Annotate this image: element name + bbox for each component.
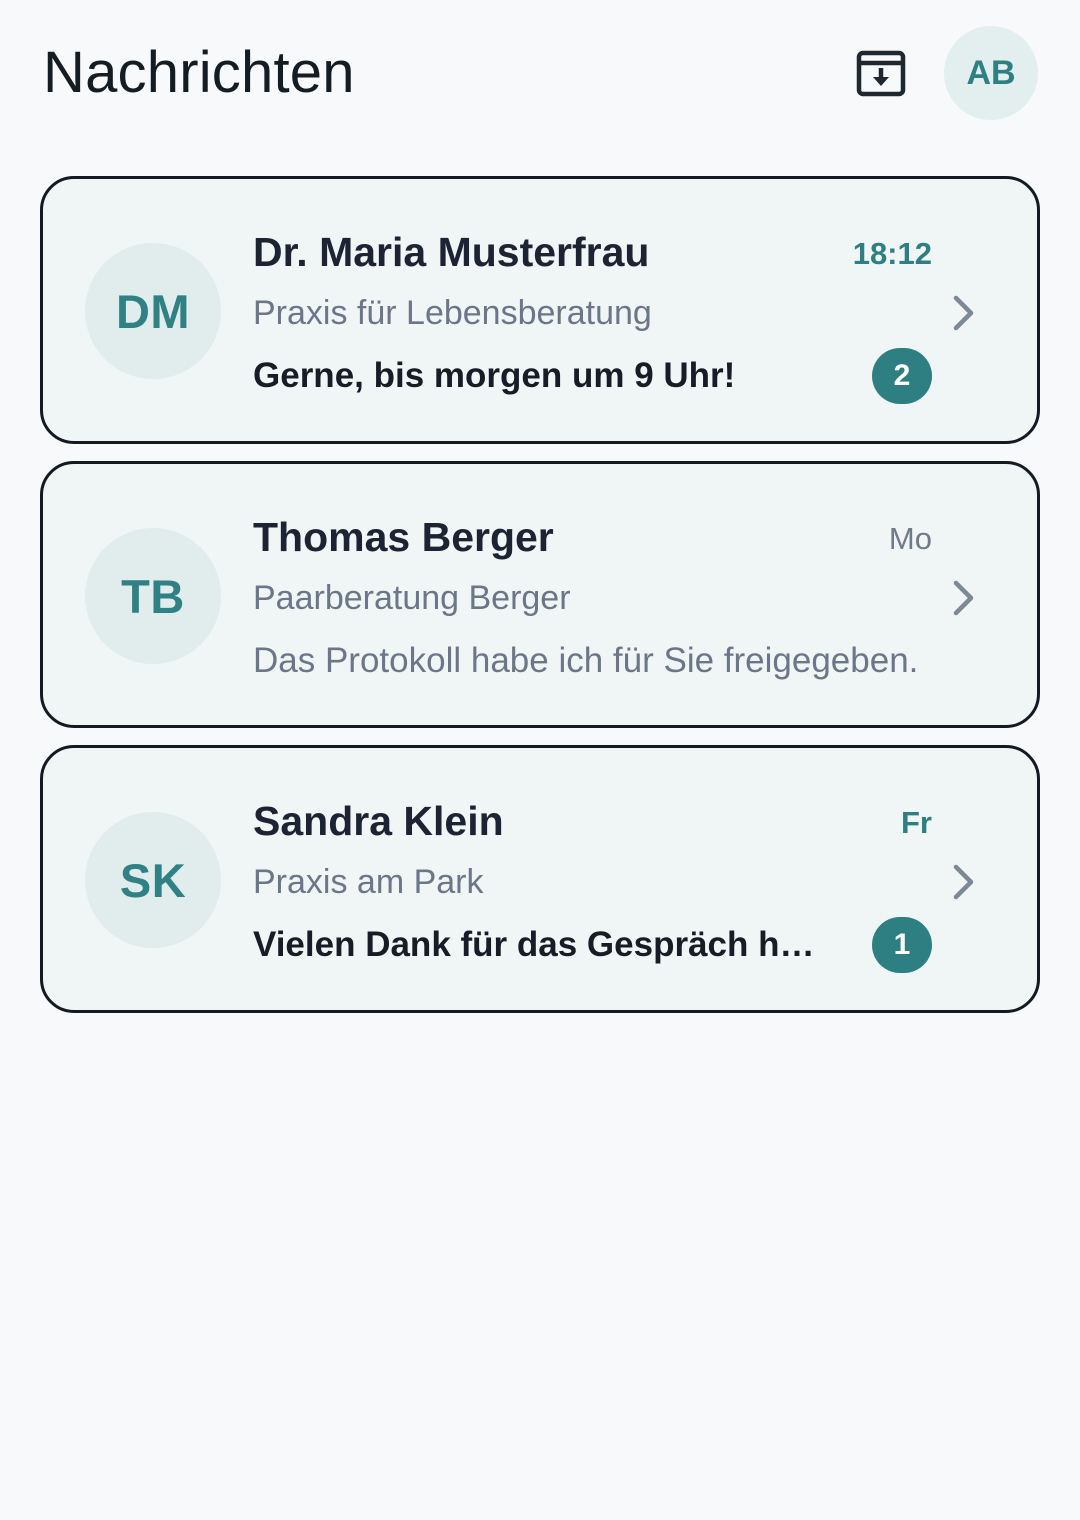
user-avatar[interactable]: AB xyxy=(944,26,1038,120)
chevron-right-icon xyxy=(947,860,981,904)
practice-name: Praxis für Lebensberatung xyxy=(253,294,652,332)
contact-avatar: DM xyxy=(85,243,221,379)
message-time: 18:12 xyxy=(852,236,932,271)
contact-name: Sandra Klein xyxy=(253,798,504,844)
message-preview: Das Protokoll habe ich für Sie freigegeb… xyxy=(253,641,919,680)
practice-name: Praxis am Park xyxy=(253,863,484,901)
archive-button[interactable] xyxy=(848,42,914,104)
unread-count-badge: 2 xyxy=(872,348,932,404)
contact-avatar: SK xyxy=(85,812,221,948)
conversation-list: DM Dr. Maria Musterfrau 18:12 Praxis für… xyxy=(40,176,1040,1030)
message-time: Mo xyxy=(888,521,932,556)
conversation-card[interactable]: DM Dr. Maria Musterfrau 18:12 Praxis für… xyxy=(40,176,1040,444)
unread-count-badge: 1 xyxy=(872,917,932,973)
practice-name: Paarberatung Berger xyxy=(253,579,571,617)
conversation-card[interactable]: TB Thomas Berger Mo Paarberatung Berger … xyxy=(40,461,1040,728)
message-preview: Gerne, bis morgen um 9 Uhr! xyxy=(253,356,736,395)
conversation-card[interactable]: SK Sandra Klein Fr Praxis am Park Vielen… xyxy=(40,745,1040,1013)
message-time: Fr xyxy=(901,805,932,840)
contact-name: Dr. Maria Musterfrau xyxy=(253,229,650,275)
message-preview: Vielen Dank für das Gespräch heute. xyxy=(253,925,833,964)
app-header: Nachrichten AB xyxy=(0,0,1080,150)
contact-name: Thomas Berger xyxy=(253,514,554,560)
chevron-right-icon xyxy=(947,291,981,335)
contact-avatar: TB xyxy=(85,528,221,664)
page-title: Nachrichten xyxy=(43,40,355,105)
archive-download-icon xyxy=(856,50,906,97)
chevron-right-icon xyxy=(947,576,981,620)
